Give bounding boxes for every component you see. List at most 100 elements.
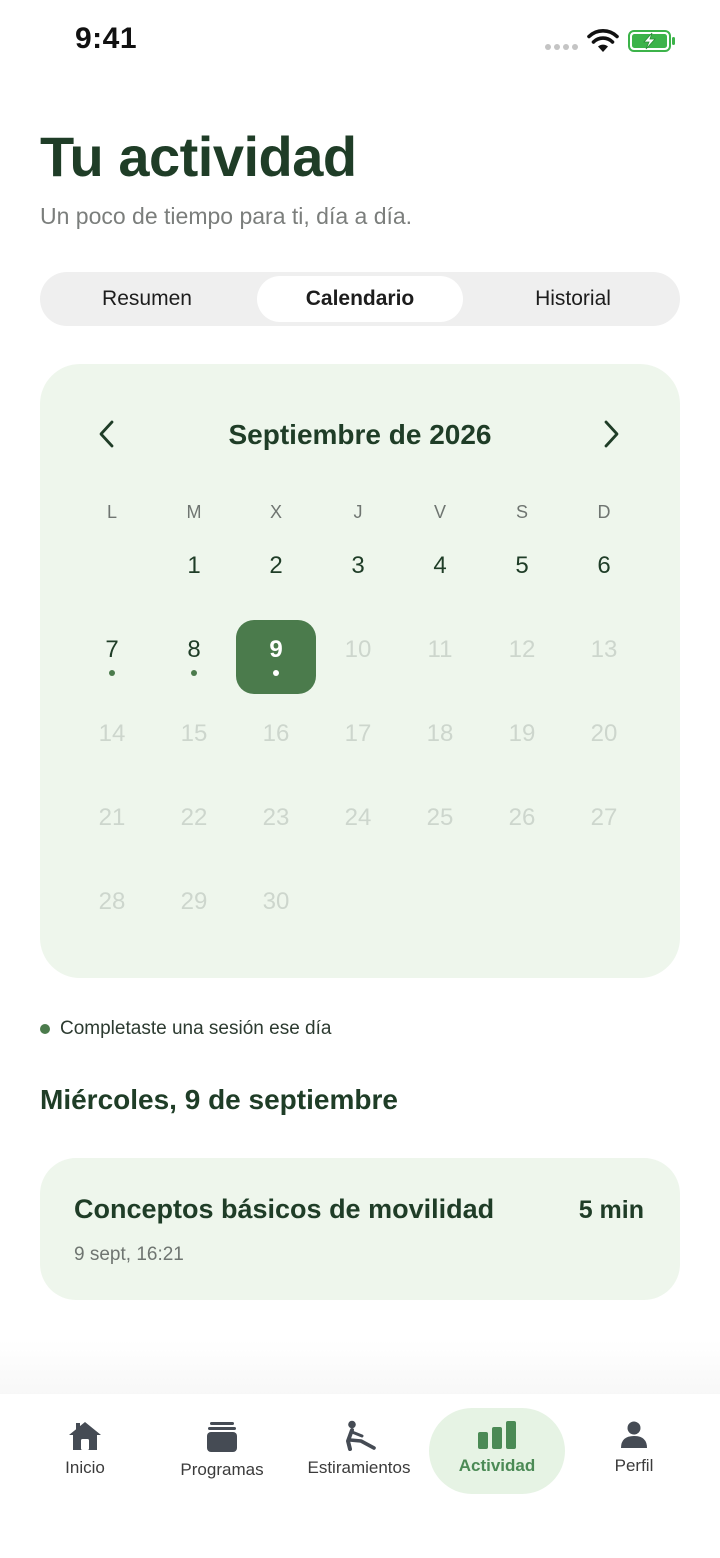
calendar-day-number: 12 <box>508 636 536 663</box>
battery-charging-icon <box>628 30 675 52</box>
calendar-day-number: 10 <box>344 636 372 663</box>
page-title: Tu actividad <box>40 125 357 188</box>
calendar-day: 29 <box>154 872 234 946</box>
tab-programas[interactable]: Programas <box>154 1408 290 1494</box>
calendar-day-number: 23 <box>262 804 290 831</box>
calendar-day-number: 30 <box>262 888 290 915</box>
calendar-day: 21 <box>72 788 152 862</box>
weekday-label: J <box>353 502 363 522</box>
calendar-day: 25 <box>400 788 480 862</box>
calendar-day: 20 <box>564 704 644 778</box>
calendar-day-number: 3 <box>351 552 365 579</box>
calendar-day-selected[interactable]: 9 <box>236 620 316 694</box>
weekday-label: L <box>106 502 117 522</box>
calendar-day: 16 <box>236 704 316 778</box>
calendar-day-number: 1 <box>187 552 201 579</box>
calendar-day-number: 9 <box>269 636 283 663</box>
calendar-day-number: 7 <box>105 636 119 663</box>
calendar-day[interactable]: 8 <box>154 620 234 694</box>
weekday-label: D <box>597 502 611 522</box>
tab-inicio[interactable]: Inicio <box>17 1408 153 1494</box>
calendar-day-number: 24 <box>344 804 372 831</box>
tab-estiramientos[interactable]: Estiramientos <box>291 1408 427 1494</box>
calendar-day: 14 <box>72 704 152 778</box>
calendar-day: 13 <box>564 620 644 694</box>
stack-icon <box>207 1422 237 1452</box>
calendar-day[interactable]: 6 <box>564 536 644 610</box>
stretching-figure-icon <box>346 1420 376 1451</box>
weekday-label: V <box>433 502 446 522</box>
calendar-day: 23 <box>236 788 316 862</box>
calendar-day-number: 8 <box>187 636 201 663</box>
calendar-day-number: 29 <box>180 888 208 915</box>
weekday-label: X <box>269 502 282 522</box>
tab-perfil-label: Perfil <box>614 1456 654 1475</box>
calendar-day-number: 14 <box>98 720 126 747</box>
calendar-day: 19 <box>482 704 562 778</box>
segment-calendario[interactable]: Calendario <box>257 276 463 322</box>
person-icon <box>621 1421 647 1448</box>
calendar-day-number: 15 <box>180 720 208 747</box>
status-time: 9:41 <box>75 22 138 55</box>
signal-icon <box>545 44 578 50</box>
calendar-day[interactable]: 7 <box>72 620 152 694</box>
chevron-right-icon[interactable] <box>594 418 626 450</box>
selected-day-heading: Miércoles, 9 de septiembre <box>40 1084 398 1115</box>
calendar-day: 27 <box>564 788 644 862</box>
calendar-day-number: 20 <box>590 720 618 747</box>
wifi-icon <box>587 29 619 52</box>
tab-estiramientos-label: Estiramientos <box>307 1458 411 1477</box>
calendar-card: Septiembre de 2026 LMXJVSD 1 2 3 4 5 6 7 8 9 10 11… <box>40 364 680 978</box>
calendar-day-number: 27 <box>590 804 618 831</box>
session-dot-icon <box>40 1024 50 1034</box>
session-duration: 5 min <box>578 1196 644 1224</box>
calendar-day-number: 16 <box>262 720 290 747</box>
tab-bar: Inicio Programas Estiramientos Actividad <box>0 1394 720 1558</box>
calendar-day-number: 13 <box>590 636 618 663</box>
calendar-day-number: 26 <box>508 804 536 831</box>
calendar-day-number: 4 <box>433 552 447 579</box>
segment-resumen[interactable]: Resumen <box>44 276 250 322</box>
calendar-day: 30 <box>236 872 316 946</box>
calendar-day-number: 21 <box>98 804 126 831</box>
calendar-day: 22 <box>154 788 234 862</box>
calendar-day-number: 6 <box>597 552 611 579</box>
calendar-month-label: Septiembre de 2026 <box>228 419 492 450</box>
tab-perfil[interactable]: Perfil <box>566 1408 702 1494</box>
calendar-day: 28 <box>72 872 152 946</box>
session-dot-icon <box>109 670 115 676</box>
calendar-day[interactable]: 4 <box>400 536 480 610</box>
calendar-day: 15 <box>154 704 234 778</box>
calendar-day-number: 22 <box>180 804 208 831</box>
tab-programas-label: Programas <box>180 1460 264 1479</box>
calendar-day[interactable]: 3 <box>318 536 398 610</box>
session-datetime: 9 sept, 16:21 <box>74 1244 184 1265</box>
tab-actividad[interactable]: Actividad <box>429 1408 565 1494</box>
calendar-day-number: 28 <box>98 888 126 915</box>
calendar-day-number: 17 <box>344 720 372 747</box>
calendar-day-number: 18 <box>426 720 454 747</box>
calendar-day: 17 <box>318 704 398 778</box>
calendar-legend: Completaste una sesión ese día <box>40 1018 331 1040</box>
calendar-day: 26 <box>482 788 562 862</box>
calendar-day-number: 19 <box>508 720 536 747</box>
calendar-day[interactable]: 2 <box>236 536 316 610</box>
session-title: Conceptos básicos de movilidad <box>74 1194 495 1224</box>
calendar-day[interactable]: 5 <box>482 536 562 610</box>
segment-historial[interactable]: Historial <box>470 276 676 322</box>
session-dot-icon <box>191 670 197 676</box>
calendar-day: 11 <box>400 620 480 694</box>
view-segmented-control: Resumen Calendario Historial <box>40 272 680 326</box>
calendar-day[interactable]: 1 <box>154 536 234 610</box>
home-icon <box>69 1422 101 1450</box>
weekday-label: S <box>515 502 528 522</box>
tab-inicio-label: Inicio <box>65 1458 105 1477</box>
calendar-day: 12 <box>482 620 562 694</box>
weekday-label: M <box>186 502 202 522</box>
status-bar: 9:41 <box>0 0 720 84</box>
tab-actividad-label: Actividad <box>458 1456 536 1475</box>
bar-chart-icon <box>478 1421 516 1449</box>
session-card[interactable]: Conceptos básicos de movilidad 5 min 9 s… <box>40 1158 680 1300</box>
calendar-day-number: 11 <box>427 636 453 663</box>
legend-text: Completaste una sesión ese día <box>60 1018 332 1039</box>
